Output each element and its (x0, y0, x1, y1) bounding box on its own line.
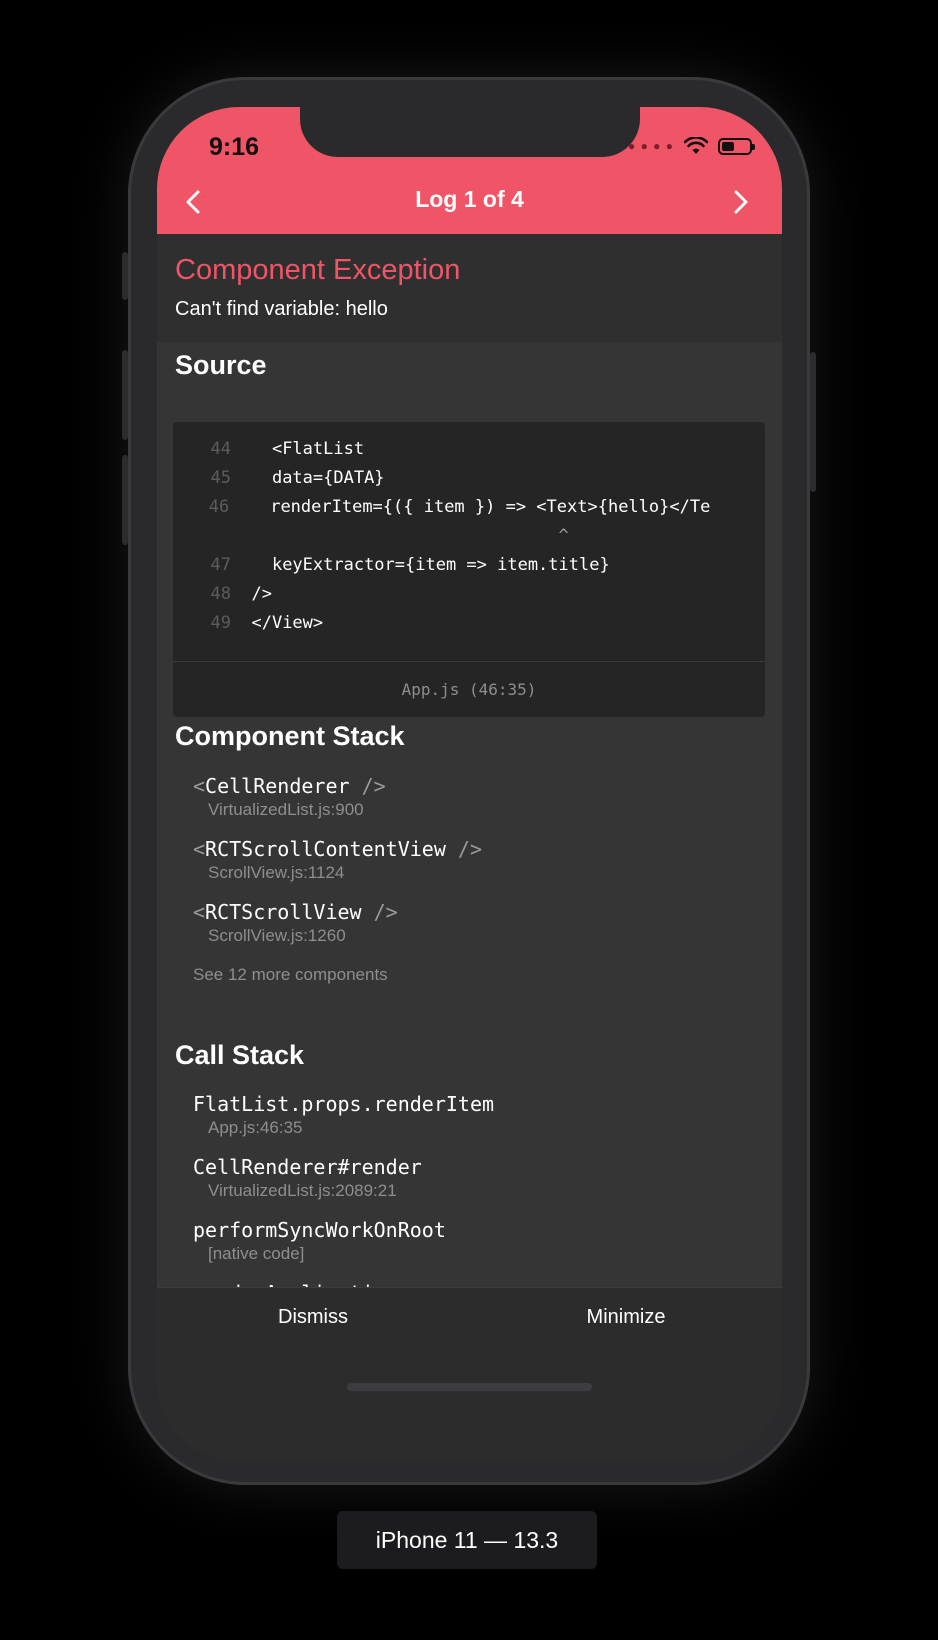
device-label: iPhone 11 — 13.3 (337, 1511, 597, 1569)
volume-down-button (122, 455, 128, 545)
component-frame[interactable]: <CellRenderer /> VirtualizedList.js:900 (193, 774, 386, 820)
exception-title: Component Exception (175, 254, 461, 286)
dismiss-button[interactable]: Dismiss (157, 1306, 469, 1329)
frame-name: CellRenderer#render (193, 1155, 422, 1179)
frame-name: FlatList.props.renderItem (193, 1092, 495, 1116)
component-location: VirtualizedList.js:900 (208, 800, 364, 819)
wifi-icon (684, 137, 708, 154)
component-name: RCTScrollView (205, 900, 362, 924)
status-icons: ● ● ● ● (628, 131, 755, 161)
code-file-location[interactable]: App.js (46:35) (173, 661, 765, 717)
component-stack-heading: Component Stack (175, 721, 405, 751)
code-line: 47 keyExtractor={item => item.title} (210, 555, 610, 575)
minimize-button[interactable]: Minimize (470, 1306, 782, 1329)
frame-location: App.js:46:35 (208, 1118, 303, 1137)
component-location: ScrollView.js:1260 (208, 926, 346, 945)
code-line: 45 data={DATA} (210, 468, 385, 488)
call-stack-frame[interactable]: FlatList.props.renderItem App.js:46:35 (193, 1092, 494, 1138)
see-more-components-link[interactable]: See 12 more components (193, 965, 388, 985)
component-name: RCTScrollContentView (205, 837, 446, 861)
frame-location: VirtualizedList.js:2089:21 (208, 1181, 397, 1200)
code-line: 44 <FlatList (210, 439, 365, 459)
header-bar: 9:16 ● ● ● ● Log 1 of 4 (157, 107, 782, 234)
exception-message: Can't find variable: hello (175, 298, 388, 320)
volume-up-button (122, 350, 128, 440)
exception-header: Component Exception Can't find variable:… (157, 234, 782, 342)
source-heading: Source (175, 350, 267, 380)
chevron-right-icon[interactable] (725, 187, 755, 217)
log-counter-title: Log 1 of 4 (415, 186, 524, 212)
status-time: 9:16 (209, 133, 260, 161)
code-line: 49 </View> (210, 613, 324, 633)
code-line-highlighted: >46 renderItem={({ item }) => <Text>{hel… (208, 497, 711, 517)
call-stack-frame[interactable]: CellRenderer#render VirtualizedList.js:2… (193, 1155, 422, 1201)
home-indicator[interactable] (347, 1383, 592, 1391)
code-line: 48 /> (210, 584, 272, 604)
footer-bar: Dismiss Minimize (157, 1287, 782, 1462)
component-frame[interactable]: <RCTScrollView /> ScrollView.js:1260 (193, 900, 398, 946)
mute-switch (122, 252, 128, 300)
component-name: CellRenderer (205, 774, 350, 798)
call-stack-heading: Call Stack (175, 1040, 305, 1070)
code-frame[interactable]: 44 <FlatList 45 data={DATA} >46 renderIt… (173, 422, 765, 717)
component-location: ScrollView.js:1124 (208, 863, 345, 882)
signal-icon: ● ● ● ● (628, 139, 674, 153)
call-stack-frame[interactable]: performSyncWorkOnRoot [native code] (193, 1218, 446, 1264)
component-frame[interactable]: <RCTScrollContentView /> ScrollView.js:1… (193, 837, 482, 883)
code-caret-line: ^ (251, 526, 569, 546)
power-button (810, 352, 816, 492)
battery-icon (718, 137, 755, 155)
notch (300, 107, 640, 157)
screen: 9:16 ● ● ● ● Log 1 of 4 Component Except… (157, 107, 782, 1462)
frame-name: performSyncWorkOnRoot (193, 1218, 446, 1242)
frame-location: [native code] (208, 1244, 305, 1263)
